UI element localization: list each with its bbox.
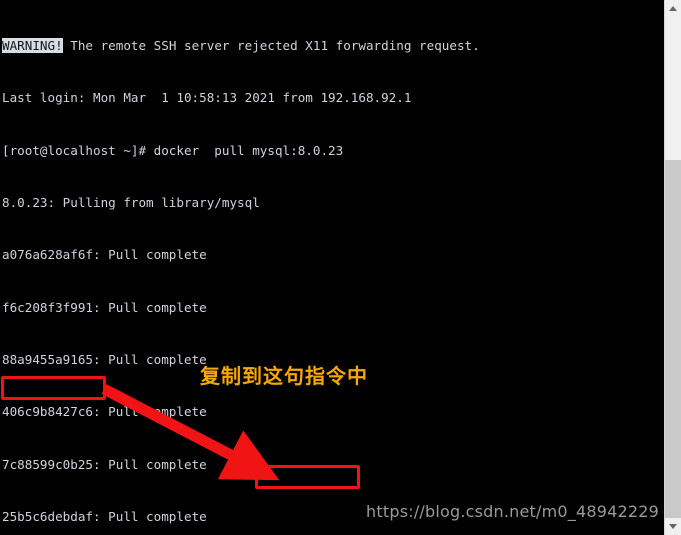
terminal-line-3: 8.0.23: Pulling from library/mysql bbox=[2, 194, 260, 210]
chevron-down-icon bbox=[669, 524, 677, 529]
terminal-line-1: Last login: Mon Mar 1 10:58:13 2021 from… bbox=[2, 90, 412, 106]
terminal-window: WARNING! The remote SSH server rejected … bbox=[0, 0, 681, 535]
highlight-box-exec-id bbox=[255, 465, 360, 489]
terminal-line-5: f6c208f3f991: Pull complete bbox=[2, 299, 207, 315]
chevron-up-icon bbox=[669, 6, 677, 11]
terminal-line-2: [root@localhost ~]# docker pull mysql:8.… bbox=[2, 142, 344, 158]
terminal-line-0: WARNING! The remote SSH server rejected … bbox=[2, 37, 664, 54]
watermark-url: https://blog.csdn.net/m0_48942229 bbox=[366, 502, 659, 521]
terminal-output[interactable]: WARNING! The remote SSH server rejected … bbox=[0, 0, 664, 535]
terminal-line-4: a076a628af6f: Pull complete bbox=[2, 247, 207, 263]
scroll-down-arrow-icon[interactable] bbox=[665, 518, 681, 535]
highlight-box-container-id bbox=[1, 376, 106, 400]
scrollbar-thumb[interactable] bbox=[665, 160, 681, 518]
terminal-line-7: 406c9b8427c6: Pull complete bbox=[2, 404, 207, 420]
copy-instruction-note: 复制到这句指令中 bbox=[200, 364, 368, 388]
terminal-line-0-rest: The remote SSH server rejected X11 forwa… bbox=[62, 37, 480, 53]
scroll-up-arrow-icon[interactable] bbox=[665, 0, 681, 17]
vertical-scrollbar[interactable] bbox=[664, 0, 681, 535]
warning-badge: WARNING! bbox=[2, 37, 63, 53]
